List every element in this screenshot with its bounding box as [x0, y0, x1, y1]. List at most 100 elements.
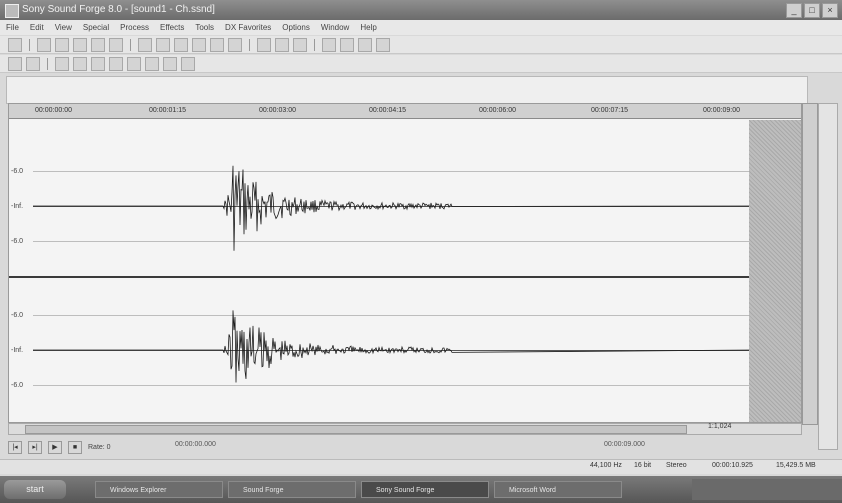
- level-meter: [802, 103, 818, 425]
- app-icon: [5, 4, 19, 18]
- go-start-button[interactable]: |◂: [8, 440, 22, 454]
- playbar-meter[interactable]: [818, 103, 838, 450]
- crop-button[interactable]: [210, 37, 224, 52]
- record-button[interactable]: [8, 56, 22, 71]
- ruler-tick: 00:00:03:00: [259, 107, 296, 114]
- stop-icon: ■: [72, 443, 78, 451]
- taskbar-item[interactable]: Sound Forge: [228, 481, 356, 498]
- minimize-icon: _: [791, 5, 797, 15]
- menu-special[interactable]: Special: [83, 23, 109, 32]
- channel-1-level-label: -Inf.: [11, 203, 24, 210]
- channel-2-level-label: -6.0: [11, 312, 24, 319]
- menu-tools[interactable]: Tools: [195, 23, 214, 32]
- status-free-space: 15,429.5 MB: [776, 462, 816, 469]
- waveform-window[interactable]: 00:00:00:00 00:00:01:15 00:00:03:00 00:0…: [8, 103, 802, 423]
- play-all-button[interactable]: [55, 56, 69, 71]
- ruler-tick: 00:00:01:15: [149, 107, 186, 114]
- zoom-ratio[interactable]: 1:1,024: [708, 423, 731, 430]
- transport-toolbar: [0, 55, 842, 73]
- taskbar: start Windows Explorer Sound Forge Sony …: [0, 476, 842, 503]
- maximize-icon: □: [809, 5, 815, 15]
- channel-1-level-label: -6.0: [11, 238, 24, 245]
- cut-button[interactable]: [138, 37, 152, 52]
- window-title: Sony Sound Forge 8.0 - [sound1 - Ch.ssnd…: [22, 4, 215, 15]
- scrollbar-thumb[interactable]: [25, 425, 687, 434]
- go-end-button[interactable]: ▸|: [28, 440, 42, 454]
- pause-button[interactable]: [91, 56, 105, 71]
- menu-edit[interactable]: Edit: [30, 23, 44, 32]
- menu-help[interactable]: Help: [360, 23, 376, 32]
- status-bit-depth: 16 bit: [634, 462, 652, 469]
- selection-region[interactable]: [749, 120, 801, 422]
- go-start-button[interactable]: [127, 56, 141, 71]
- close-button[interactable]: ×: [822, 3, 838, 18]
- properties-button[interactable]: [109, 37, 123, 52]
- menu-file[interactable]: File: [6, 23, 19, 32]
- toolbar-separator: [314, 38, 315, 51]
- maximize-button[interactable]: □: [804, 3, 820, 18]
- play-button[interactable]: ▶: [48, 440, 62, 454]
- edit-tool-button[interactable]: [322, 37, 336, 52]
- go-end-button[interactable]: [181, 56, 195, 71]
- taskbar-item[interactable]: Sony Sound Forge: [361, 481, 489, 498]
- play-button[interactable]: [73, 56, 87, 71]
- pencil-tool-button[interactable]: [358, 37, 372, 52]
- selection-start-position[interactable]: 00:00:09.000: [604, 441, 645, 448]
- start-button[interactable]: start: [4, 480, 66, 499]
- magnify-tool-button[interactable]: [340, 37, 354, 52]
- save-as-button[interactable]: [73, 37, 87, 52]
- menu-effects[interactable]: Effects: [160, 23, 184, 32]
- ruler-tick: 00:00:09:00: [703, 107, 740, 114]
- channel-divider: [9, 276, 801, 278]
- cursor-position[interactable]: 00:00:00.000: [175, 441, 216, 448]
- taskbar-item[interactable]: Microsoft Word: [494, 481, 622, 498]
- channel-2-waveform: [33, 310, 753, 383]
- new-button[interactable]: [8, 37, 22, 52]
- status-sample-rate: 44,100 Hz: [590, 462, 622, 469]
- event-tool-button[interactable]: [376, 37, 390, 52]
- time-ruler[interactable]: 00:00:00:00 00:00:01:15 00:00:03:00 00:0…: [9, 104, 801, 119]
- render-button[interactable]: [91, 37, 105, 52]
- rewind-button[interactable]: [145, 56, 159, 71]
- horizontal-scrollbar[interactable]: [8, 423, 802, 435]
- menu-dx-favorites[interactable]: DX Favorites: [225, 23, 271, 32]
- open-button[interactable]: [37, 37, 51, 52]
- status-bar: 44,100 Hz 16 bit Stereo 00:00:10.925 15,…: [0, 459, 842, 474]
- redo-button[interactable]: [275, 37, 289, 52]
- menu-process[interactable]: Process: [120, 23, 149, 32]
- standard-toolbar: [0, 36, 842, 54]
- forward-button[interactable]: [163, 56, 177, 71]
- toolbar-separator: [249, 38, 250, 51]
- waveform-trace: [33, 310, 753, 383]
- minimize-button[interactable]: _: [786, 3, 802, 18]
- copy-button[interactable]: [156, 37, 170, 52]
- paste-button[interactable]: [174, 37, 188, 52]
- channel-2-level-label: -Inf.: [11, 347, 24, 354]
- window-transport: |◂ ▸| ▶ ■ Rate: 0: [8, 440, 111, 454]
- repeat-button[interactable]: [293, 37, 307, 52]
- overview-strip[interactable]: [6, 76, 808, 104]
- ruler-tick: 00:00:04:15: [369, 107, 406, 114]
- play-icon: ▶: [52, 443, 58, 451]
- toolbar-separator: [47, 57, 48, 70]
- save-button[interactable]: [55, 37, 69, 52]
- taskbar-item[interactable]: Windows Explorer: [95, 481, 223, 498]
- loop-button[interactable]: [26, 56, 40, 71]
- channel-1-waveform: [33, 165, 753, 251]
- ruler-tick: 00:00:07:15: [591, 107, 628, 114]
- mix-button[interactable]: [192, 37, 206, 52]
- waveform-trace: [33, 165, 753, 251]
- trim-button[interactable]: [228, 37, 242, 52]
- rate-label[interactable]: Rate: 0: [88, 444, 111, 451]
- menu-bar: File Edit View Special Process Effects T…: [0, 20, 842, 35]
- menu-window[interactable]: Window: [321, 23, 349, 32]
- stop-button[interactable]: [109, 56, 123, 71]
- system-tray: [692, 479, 842, 500]
- menu-options[interactable]: Options: [282, 23, 310, 32]
- status-channels: Stereo: [666, 462, 687, 469]
- stop-button[interactable]: ■: [68, 440, 82, 454]
- menu-view[interactable]: View: [55, 23, 72, 32]
- toolbar-separator: [29, 38, 30, 51]
- toolbar-separator: [130, 38, 131, 51]
- undo-button[interactable]: [257, 37, 271, 52]
